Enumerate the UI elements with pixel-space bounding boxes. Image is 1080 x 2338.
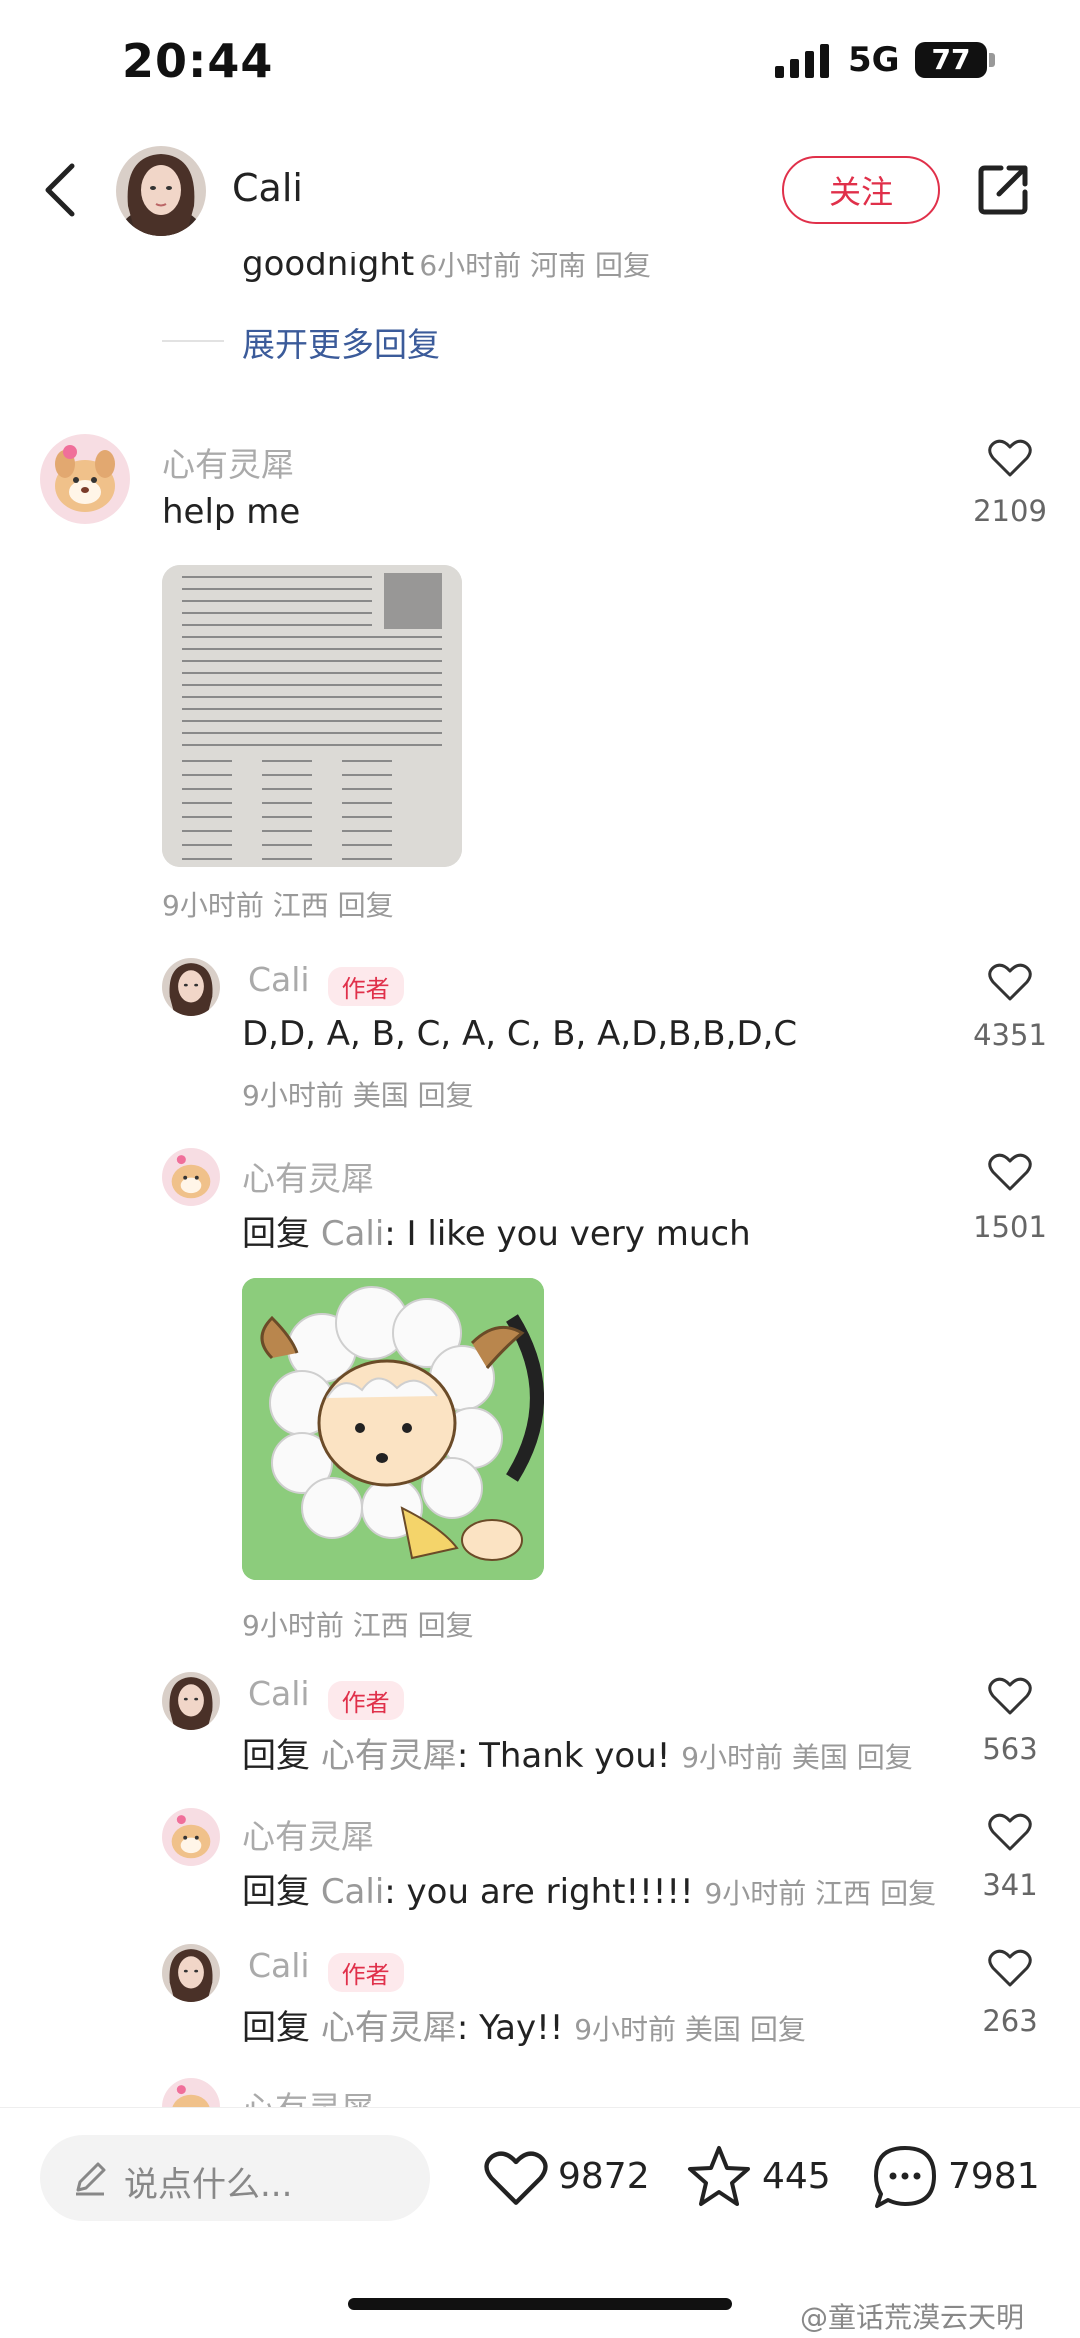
heart-icon[interactable] [484,2148,548,2208]
comment-input-placeholder[interactable]: 说点什么... [124,2157,292,2206]
reply-body: : Thank you! [456,1736,671,1776]
reply-header: Cali 作者 [248,1674,404,1720]
reply-meta[interactable]: 9小时前 江西 回复 [242,1604,474,1644]
reply-text: 回复 Cali: I like you very much [242,1206,751,1255]
expand-more-replies[interactable]: 展开更多回复 [242,318,440,366]
reply-username[interactable]: Cali [248,1674,310,1713]
author-badge: 作者 [327,1953,404,1992]
reply-avatar[interactable] [162,1944,220,2002]
post-star-count: 445 [762,2156,831,2197]
heart-icon[interactable] [988,438,1032,478]
signal-icon [775,44,829,78]
reply-text: 回复 Cali: you are right!!!!! 9小时前 江西 回复 [242,1864,936,1913]
reply-text: D,D, A, B, C, A, C, B, A,D,B,B,D,C [242,1014,798,1054]
like-count: 4351 [973,1018,1047,1052]
heart-icon[interactable] [988,1948,1032,1988]
reply-avatar[interactable] [162,1672,220,1730]
battery-cap [989,53,995,67]
reply-username[interactable]: 心有灵犀 [242,1810,374,1858]
reply-to-user[interactable]: 心有灵犀 [321,1736,457,1776]
reply-body: : I like you very much [384,1214,751,1254]
reply-avatar[interactable] [162,1148,220,1206]
follow-button[interactable]: 关注 [782,156,940,224]
share-icon[interactable] [975,162,1031,218]
comment-text: help me [162,492,301,532]
expand-divider [162,340,224,342]
reply-meta[interactable]: 9小时前 美国 回复 [574,2013,806,2046]
reply-username[interactable]: 心有灵犀 [242,1152,374,1200]
comment-meta[interactable]: 9小时前 江西 回复 [162,884,394,924]
reply-body: : you are right!!!!! [384,1872,694,1912]
previous-reply: goodnight 6小时前 河南 回复 [242,252,802,288]
network-type: 5G [848,40,900,80]
like-count: 2109 [973,494,1047,528]
comment-icon[interactable] [872,2144,938,2210]
reply-text: 回复 心有灵犀: Yay!! 9小时前 美国 回复 [242,2000,806,2049]
reply-avatar[interactable] [162,1808,220,1866]
author-badge: 作者 [327,1681,404,1720]
reply-username[interactable]: Cali [248,1946,310,1985]
header-username[interactable]: Cali [232,166,303,210]
status-time: 20:44 [122,34,274,88]
comment-image-worksheet[interactable] [162,565,462,867]
reply-header: Cali 作者 [248,960,404,1006]
commenter-avatar[interactable] [40,434,130,524]
reply-meta[interactable]: 9小时前 美国 回复 [681,1741,913,1774]
post-comment-count: 7981 [948,2156,1040,2197]
reply-avatar[interactable] [162,958,220,1016]
back-arrow-icon[interactable] [40,160,80,220]
author-badge: 作者 [327,967,404,1006]
reply-meta[interactable]: 9小时前 美国 回复 [242,1074,474,1114]
reply-to-user[interactable]: Cali [321,1872,384,1912]
like-count: 263 [982,2004,1038,2038]
reply-to-user[interactable]: 心有灵犀 [321,2008,457,2048]
reply-prefix: 回复 [242,2008,310,2048]
reply-body: : Yay!! [456,2008,564,2048]
battery-indicator: 77 [915,42,987,78]
like-count: 563 [982,1732,1038,1766]
commenter-name[interactable]: 心有灵犀 [162,438,294,486]
reply-prefix: 回复 [242,1736,310,1776]
reply-header: Cali 作者 [248,1946,404,1992]
heart-icon[interactable] [988,1812,1032,1852]
author-avatar[interactable] [116,146,206,236]
home-indicator[interactable] [348,2298,732,2310]
like-count: 341 [982,1868,1038,1902]
heart-icon[interactable] [988,1676,1032,1716]
reply-to-user[interactable]: Cali [321,1214,384,1254]
reply-meta[interactable]: 9小时前 江西 回复 [704,1877,936,1910]
heart-icon[interactable] [988,1152,1032,1192]
reply-username[interactable]: Cali [248,960,310,999]
reply-prefix: 回复 [242,1214,310,1254]
star-icon[interactable] [686,2144,752,2208]
reply-prefix: 回复 [242,1872,310,1912]
pencil-icon [76,2162,106,2196]
previous-reply-text: goodnight [242,252,415,284]
heart-icon[interactable] [988,962,1032,1002]
reply-text: 回复 心有灵犀: Thank you! 9小时前 美国 回复 [242,1728,913,1777]
like-count: 1501 [973,1210,1047,1244]
previous-reply-meta: 6小时前 河南 回复 [419,252,651,282]
post-like-count: 9872 [558,2156,650,2197]
reply-sticker-image[interactable] [242,1278,544,1580]
watermark: @童话荒漠云天明 [800,2301,1025,2334]
